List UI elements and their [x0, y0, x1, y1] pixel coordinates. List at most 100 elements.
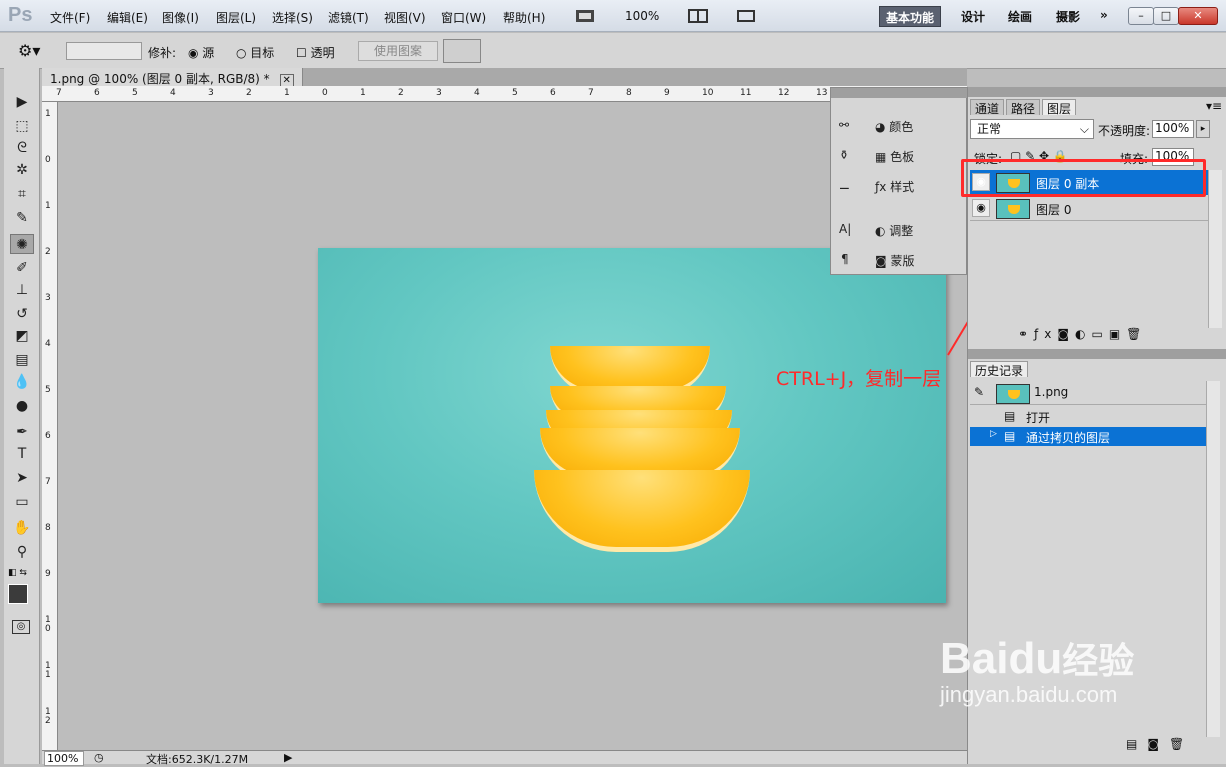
source-radio[interactable]: ◉ 源: [188, 44, 214, 61]
tab-history[interactable]: 历史记录: [970, 361, 1029, 378]
tab-paths[interactable]: 路径: [1006, 99, 1041, 116]
type-tool-icon[interactable]: T: [10, 444, 34, 464]
menu-file[interactable]: 文件(F): [50, 9, 90, 26]
color-panel-button[interactable]: ◕ 颜色: [875, 118, 913, 135]
selection-mode-buttons[interactable]: [66, 42, 142, 60]
dock-header[interactable]: [831, 88, 968, 98]
workspace-photography[interactable]: 摄影: [1050, 6, 1086, 27]
workspace-painting[interactable]: 绘画: [1002, 6, 1038, 27]
pen-tool-icon[interactable]: ✒: [10, 422, 34, 442]
lasso-tool-icon[interactable]: ᘓ: [10, 138, 34, 158]
ruler-label: 8: [45, 523, 51, 533]
marquee-tool-icon[interactable]: ⬚: [10, 116, 34, 136]
menu-view[interactable]: 视图(V): [384, 9, 426, 26]
shape-tool-icon[interactable]: ▭: [10, 492, 34, 512]
zoom-tool-icon[interactable]: ⚲: [10, 542, 34, 562]
visibility-eye-icon[interactable]: ◉: [972, 199, 990, 217]
tab-layers[interactable]: 图层: [1042, 99, 1077, 116]
document-tab[interactable]: 1.png @ 100% (图层 0 副本, RGB/8) * ✕: [42, 68, 303, 87]
crop-tool-icon[interactable]: ⌗: [10, 184, 34, 204]
target-radio[interactable]: ○ 目标: [236, 44, 274, 61]
menu-bar: Ps 文件(F) 编辑(E) 图像(I) 图层(L) 选择(S) 滤镜(T) 视…: [0, 0, 1226, 32]
dodge-tool-icon[interactable]: ●: [10, 396, 34, 416]
workspace-design[interactable]: 设计: [955, 6, 991, 27]
document-tab-title: 1.png @ 100% (图层 0 副本, RGB/8) *: [50, 72, 270, 86]
ruler-label: 6: [550, 88, 556, 98]
ruler-label: 1: [284, 88, 290, 98]
menu-select[interactable]: 选择(S): [272, 9, 313, 26]
photoshop-logo: Ps: [8, 4, 33, 26]
swatches-icon[interactable]: ⚱: [839, 148, 849, 162]
opacity-field[interactable]: 100%: [1152, 120, 1194, 138]
ruler-label: 6: [94, 88, 100, 98]
panel-menu-icon[interactable]: ▾≡: [1206, 99, 1222, 113]
gradient-tool-icon[interactable]: ▤: [10, 350, 34, 370]
history-brush-tool-icon[interactable]: ↺: [10, 304, 34, 324]
default-colors-icon[interactable]: ◧ ⇆: [8, 568, 27, 578]
styles-panel-button[interactable]: ƒx 样式: [875, 178, 914, 195]
history-state-label: 打开: [1026, 411, 1051, 425]
eraser-tool-icon[interactable]: ◩: [10, 326, 34, 346]
layers-footer-icons[interactable]: ⚭ƒx◙◐▭▣🗑: [1018, 327, 1147, 341]
patch-tool-icon[interactable]: ✺: [10, 234, 34, 254]
styles-icon[interactable]: ⚊: [839, 178, 850, 192]
history-scrollbar[interactable]: [1206, 381, 1220, 737]
arrange-documents-icon[interactable]: [688, 8, 708, 28]
ruler-label: 7: [56, 88, 62, 98]
layers-scrollbar[interactable]: [1208, 170, 1222, 328]
foreground-color-swatch[interactable]: [8, 584, 28, 604]
minimize-button[interactable]: –: [1128, 7, 1154, 25]
history-state-selected[interactable]: ▷ ▤ 通过拷贝的图层: [970, 427, 1206, 446]
history-state[interactable]: ▤ 打开: [970, 407, 1206, 426]
brush-tool-icon[interactable]: ✐: [10, 258, 34, 278]
path-selection-tool-icon[interactable]: ➤: [10, 468, 34, 488]
layer-row-original[interactable]: ◉ 图层 0: [970, 196, 1220, 221]
history-footer-icons[interactable]: ▤◙🗑: [1126, 737, 1194, 751]
quick-mask-icon[interactable]: ◎: [12, 620, 30, 634]
screen-mode-icon[interactable]: [736, 8, 756, 28]
color-icon[interactable]: ⚯: [839, 118, 849, 132]
swatches-panel-button[interactable]: ▦ 色板: [875, 148, 914, 165]
maximize-button[interactable]: □: [1153, 7, 1179, 25]
launch-bridge-icon[interactable]: [575, 8, 595, 28]
use-pattern-button[interactable]: 使用图案: [358, 41, 438, 61]
status-info-icon[interactable]: ◷: [94, 751, 104, 764]
more-workspaces-button[interactable]: »: [1094, 6, 1114, 27]
ruler-label: 1 0: [45, 615, 51, 634]
lemon-slice: [534, 470, 750, 552]
annotation-text: CTRL+J，复制一层: [776, 368, 942, 390]
swatches-panel-label: 色板: [890, 150, 915, 164]
patch-tool-preset-icon[interactable]: ⚙▾: [18, 41, 40, 60]
ruler-label: 3: [208, 88, 214, 98]
menu-filter[interactable]: 滤镜(T): [328, 9, 369, 26]
menu-edit[interactable]: 编辑(E): [107, 9, 148, 26]
opacity-slider-arrow[interactable]: ▸: [1196, 120, 1210, 138]
history-snapshot[interactable]: ✎ 1.png: [970, 381, 1206, 405]
character-icon[interactable]: A|: [839, 222, 851, 236]
pattern-picker[interactable]: [443, 39, 481, 63]
eyedropper-tool-icon[interactable]: ✎: [10, 208, 34, 228]
history-doc-icon: ▤: [1004, 409, 1016, 423]
blend-mode-select[interactable]: 正常 ⌵: [970, 119, 1094, 139]
zoom-level[interactable]: 100%: [625, 9, 659, 23]
menu-window[interactable]: 窗口(W): [441, 9, 486, 26]
move-tool-icon[interactable]: ▶: [10, 92, 34, 112]
panel-dock-header[interactable]: [968, 87, 1226, 97]
history-dock-header[interactable]: [968, 349, 1226, 359]
magic-wand-tool-icon[interactable]: ✲: [10, 160, 34, 180]
tab-channels[interactable]: 通道: [970, 99, 1005, 116]
menu-help[interactable]: 帮助(H): [503, 9, 545, 26]
workspace-essentials[interactable]: 基本功能: [879, 6, 942, 27]
menu-layer[interactable]: 图层(L): [216, 9, 256, 26]
transparent-checkbox[interactable]: ☐ 透明: [296, 44, 335, 61]
menu-image[interactable]: 图像(I): [162, 9, 199, 26]
ruler-label: 9: [664, 88, 670, 98]
masks-panel-button[interactable]: ◙ 蒙版: [875, 252, 914, 269]
stamp-tool-icon[interactable]: ⊥: [10, 280, 34, 300]
status-menu-arrow-icon[interactable]: ▶: [284, 751, 292, 764]
adjustments-panel-button[interactable]: ◐ 调整: [875, 222, 913, 239]
blur-tool-icon[interactable]: 💧: [10, 372, 34, 392]
paragraph-icon[interactable]: ¶: [841, 252, 849, 266]
close-button[interactable]: ✕: [1178, 7, 1218, 25]
hand-tool-icon[interactable]: ✋: [10, 518, 34, 538]
